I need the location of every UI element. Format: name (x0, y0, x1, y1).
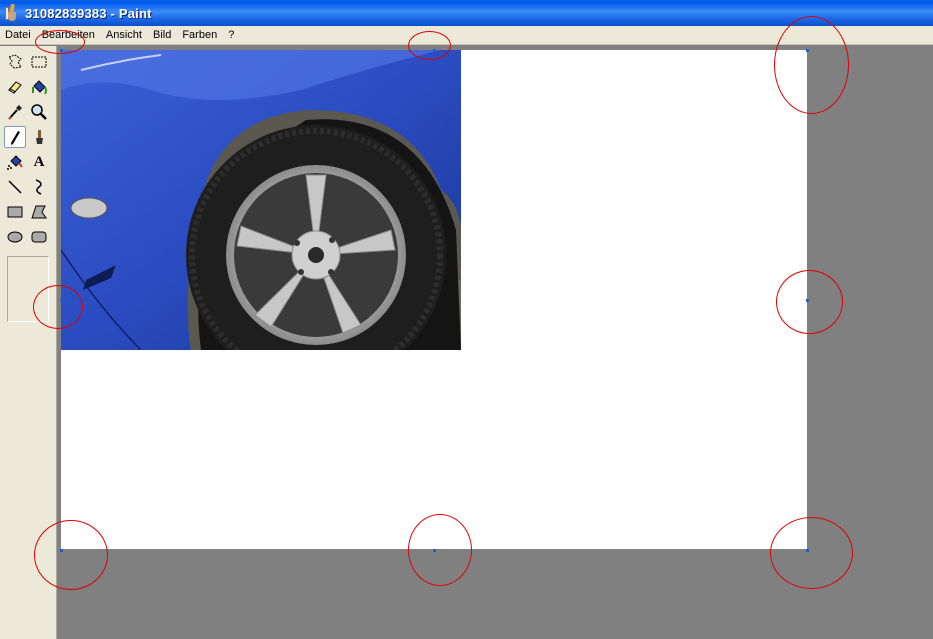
fill-bucket-tool[interactable] (28, 76, 50, 98)
menu-bar: Datei Bearbeiten Ansicht Bild Farben ? (0, 26, 933, 45)
pasted-car-wheel-image[interactable] (61, 50, 461, 350)
polygon-tool[interactable] (28, 201, 50, 223)
rounded-rectangle-icon (31, 231, 47, 243)
title-bar: 31082839383 - Paint (0, 0, 933, 26)
magnifier-icon (31, 104, 47, 120)
menu-bearbeiten[interactable]: Bearbeiten (37, 26, 101, 45)
car-wheel-picture (61, 50, 461, 350)
menu-datei[interactable]: Datei (0, 26, 37, 45)
menu-help[interactable]: ? (223, 26, 240, 45)
resize-handle-bottom-right[interactable] (806, 549, 809, 552)
brush-icon (36, 130, 43, 144)
menu-bild[interactable]: Bild (148, 26, 177, 45)
fill-bucket-icon (32, 80, 47, 95)
drawing-canvas[interactable] (61, 50, 807, 549)
airbrush-tool[interactable] (4, 151, 26, 173)
menu-farben[interactable]: Farben (177, 26, 223, 45)
eraser-icon (8, 81, 22, 94)
paint-app-icon[interactable] (4, 3, 20, 22)
resize-handle-middle-left (60, 299, 63, 302)
text-tool[interactable]: A (28, 151, 50, 173)
magnifier-tool[interactable] (28, 101, 50, 123)
free-form-select-icon (8, 54, 22, 69)
resize-handle-top-middle (433, 49, 436, 52)
line-icon (8, 180, 22, 194)
window-title: 31082839383 - Paint (25, 5, 152, 21)
resize-handle-bottom-left (60, 549, 63, 552)
airbrush-icon (7, 155, 23, 170)
rectangle-tool[interactable] (4, 201, 26, 223)
resize-handle-top-right[interactable] (806, 49, 809, 52)
resize-handle-middle-right[interactable] (806, 299, 809, 302)
curve-tool[interactable] (28, 176, 50, 198)
rectangle-select-icon (31, 56, 47, 68)
rectangle-icon (7, 206, 23, 218)
polygon-icon (31, 205, 47, 219)
tool-options-panel[interactable] (7, 256, 49, 322)
resize-handle-top-left (60, 49, 63, 52)
text-icon: A (33, 153, 45, 170)
menu-ansicht[interactable]: Ansicht (101, 26, 148, 45)
free-form-select-tool[interactable] (4, 51, 26, 73)
pencil-icon (11, 131, 20, 145)
resize-handle-bottom-middle[interactable] (433, 549, 436, 552)
eraser-tool[interactable] (4, 76, 26, 98)
ellipse-tool[interactable] (4, 226, 26, 248)
tool-box: A (0, 46, 57, 639)
ellipse-icon (7, 231, 23, 243)
curve-icon (35, 179, 42, 195)
rectangle-select-tool[interactable] (28, 51, 50, 73)
rounded-rectangle-tool[interactable] (28, 226, 50, 248)
eyedropper-icon (8, 105, 22, 120)
line-tool[interactable] (4, 176, 26, 198)
color-picker-tool[interactable] (4, 101, 26, 123)
pencil-tool[interactable] (4, 126, 26, 148)
brush-tool[interactable] (28, 126, 50, 148)
